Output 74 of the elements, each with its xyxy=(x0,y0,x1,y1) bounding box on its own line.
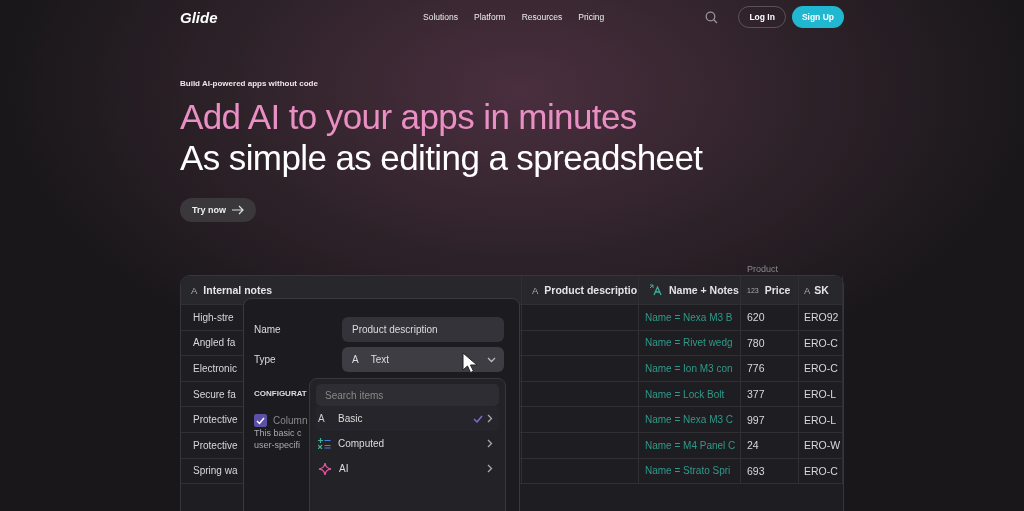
table-cell: ERO-C xyxy=(804,464,838,477)
table-cell: Secure fa xyxy=(193,388,236,400)
chevron-right-icon xyxy=(487,439,493,448)
table-cell: ERO-W xyxy=(804,439,841,452)
field-label: Name xyxy=(254,324,282,335)
table-cell: ERO-C xyxy=(804,336,838,349)
table-cell: Name = Strato Spri xyxy=(645,465,731,477)
table-cell: 997 xyxy=(747,413,765,426)
eyebrow-text: Build AI-powered apps without code xyxy=(180,79,319,88)
table-cell: Angled fa xyxy=(193,337,236,349)
subheadline: As simple as editing a spreadsheet xyxy=(180,137,704,178)
column-header[interactable]: A SK xyxy=(799,276,843,304)
description-text: user-specifi xyxy=(254,439,300,451)
sparkle-icon xyxy=(318,461,332,476)
search-field[interactable]: Search items xyxy=(316,384,499,406)
chevron-right-icon xyxy=(487,464,493,473)
table-cell: Name = Rivet wedg xyxy=(645,337,733,349)
table-cell: 24 xyxy=(747,439,759,452)
table-cell: Protective xyxy=(193,439,238,451)
table-cell: 776 xyxy=(747,362,765,375)
column-title: Product descriptio xyxy=(544,284,638,296)
column-type-glyph: A xyxy=(191,284,198,296)
table-cell: 780 xyxy=(747,336,765,349)
table-cell: 620 xyxy=(747,311,765,324)
column-type-glyph: A xyxy=(532,284,539,296)
table-cell: ERO-L xyxy=(804,413,837,426)
menu-item[interactable]: Computed xyxy=(316,431,499,456)
table-cell: Protective xyxy=(193,414,238,426)
nav-link[interactable]: Resources xyxy=(521,12,563,22)
check-icon xyxy=(473,414,483,423)
column-type-glyph: A xyxy=(804,284,811,296)
table-cell: 693 xyxy=(747,464,765,477)
column-header[interactable]: Name + Notes xyxy=(639,276,741,304)
computed-column-icon xyxy=(649,284,663,296)
table-cell: High-stre xyxy=(193,311,234,323)
headline: Add AI to your apps in minutes xyxy=(180,96,638,137)
nav-link[interactable]: Solutions xyxy=(423,12,458,22)
column-title: Price xyxy=(764,284,791,296)
table-cell: 377 xyxy=(747,388,765,401)
try-now-button[interactable]: Try now xyxy=(180,198,256,222)
table-cell: Name = Nexa M3 B xyxy=(645,311,733,323)
field-label: Type xyxy=(254,354,277,365)
column-title: SK xyxy=(814,284,829,296)
checkbox-label: Column xyxy=(273,415,308,426)
table-cell: ERO92 xyxy=(804,311,839,324)
search-icon[interactable] xyxy=(705,10,719,24)
column-header[interactable]: A Product descriptio xyxy=(522,276,639,304)
nav-link[interactable]: Pricing xyxy=(578,12,605,22)
column-title: Internal notes xyxy=(203,284,273,296)
computed-icon xyxy=(318,438,331,449)
menu-item[interactable]: A Basic xyxy=(316,406,499,431)
description-text: This basic c xyxy=(254,427,302,439)
column-title: Name + Notes xyxy=(669,284,739,296)
chevron-down-icon xyxy=(487,356,496,363)
table-cell: Spring wa xyxy=(193,465,238,477)
table-cell: ERO-C xyxy=(804,362,838,375)
table-cell: Name = Lock Bolt xyxy=(645,388,725,400)
nav-link[interactable]: Platform xyxy=(473,12,506,22)
table-cell: Electronic xyxy=(193,363,237,374)
column-group-label: Product xyxy=(746,265,780,275)
type-glyph: A xyxy=(318,413,326,424)
table-cell: ERO-L xyxy=(804,388,837,401)
type-select[interactable]: A Text xyxy=(342,347,504,372)
section-title: CONFIGURAT xyxy=(254,389,307,398)
table-cell: Name = M4 Panel C xyxy=(645,439,736,451)
arrow-right-icon xyxy=(232,205,244,215)
name-field[interactable]: Product description xyxy=(342,317,504,342)
logo[interactable]: Glide xyxy=(180,8,218,26)
table-cell: Name = Ion M3 con xyxy=(645,363,733,374)
checkbox[interactable] xyxy=(254,414,267,427)
table-cell: Name = Nexa M3 C xyxy=(645,414,734,426)
menu-item[interactable]: AI xyxy=(316,456,499,481)
chevron-right-icon xyxy=(487,414,493,423)
cursor-icon xyxy=(462,352,480,374)
